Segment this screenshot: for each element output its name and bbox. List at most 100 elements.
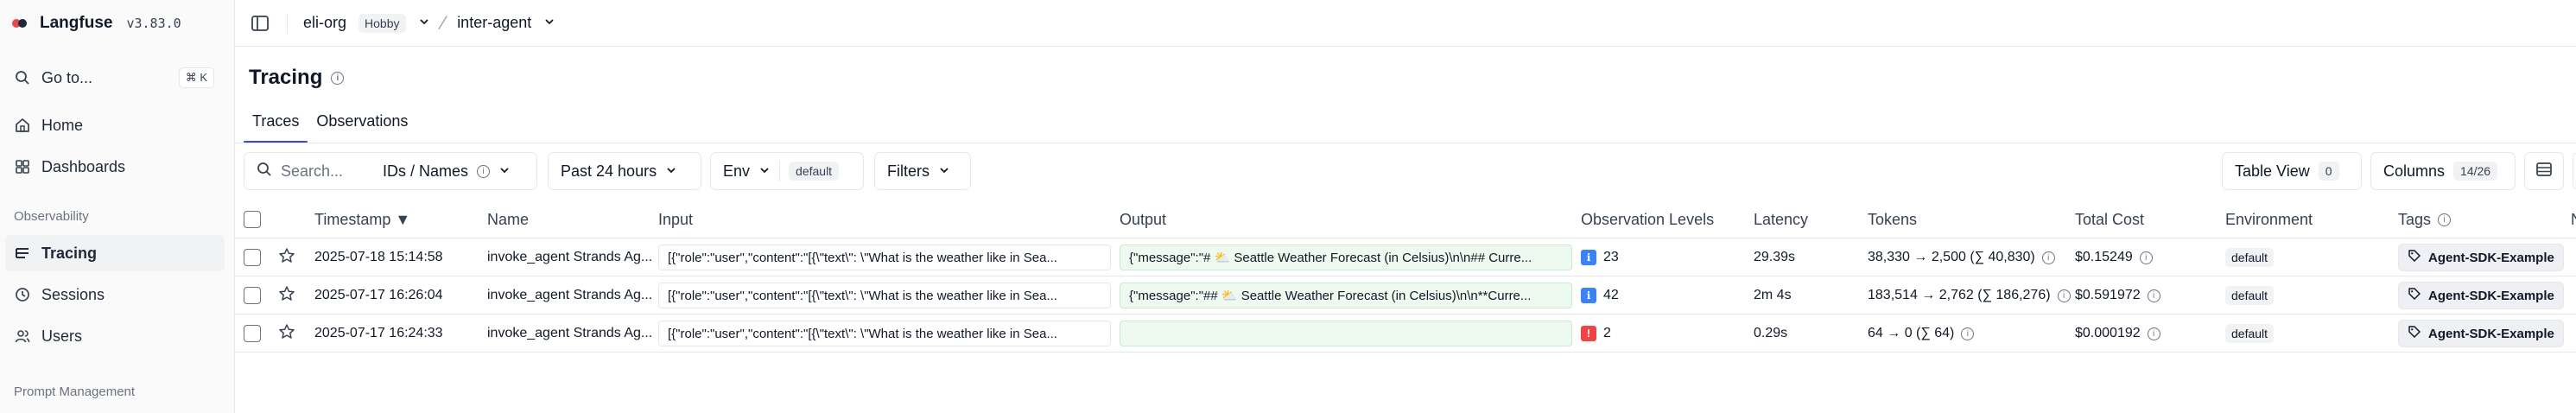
row-checkbox[interactable] (244, 287, 261, 304)
table-row[interactable]: 2025-07-17 16:24:33 invoke_agent Strands… (235, 315, 2576, 353)
latency-cell: 0.29s (1754, 326, 1788, 340)
chevron-down-icon (938, 162, 950, 181)
columns-button[interactable]: Columns 14/26 (2370, 152, 2516, 190)
tokens-cell: 38,330 → 2,500 (∑ 40,830) i (1868, 238, 2072, 276)
input-cell[interactable]: [{"role":"user","content":"[{\"text\": \… (658, 238, 1113, 276)
table-view-count: 0 (2318, 162, 2339, 181)
row-checkbox[interactable] (244, 325, 261, 342)
name-cell[interactable]: invoke_agent Strands Ag... (487, 238, 657, 276)
observation-levels-cell: ℹ 42 (1581, 276, 1745, 315)
sidebar-toggle-icon[interactable] (249, 12, 271, 35)
tags-cell: Agent-SDK-Example (2398, 315, 2576, 353)
header-next[interactable]: N (2571, 200, 2576, 238)
tag-badge[interactable]: Agent-SDK-Example (2398, 282, 2564, 309)
sidebar-item-dashboards[interactable]: Dashboards (5, 149, 225, 185)
header-name[interactable]: Name (487, 200, 651, 238)
info-icon[interactable]: i (2041, 251, 2055, 264)
chevron-down-icon[interactable] (498, 162, 511, 181)
chevron-down-icon[interactable] (543, 14, 555, 32)
search-box[interactable]: Search... IDs / Names i (244, 152, 537, 190)
timestamp-cell[interactable]: 2025-07-17 16:26:04 (314, 276, 484, 315)
select-all-checkbox[interactable] (244, 211, 261, 228)
header-observation-levels[interactable]: Observation Levels (1581, 200, 1754, 238)
tag-label: Agent-SDK-Example (2428, 288, 2554, 303)
tag-badge[interactable]: Agent-SDK-Example (2398, 320, 2564, 347)
info-icon[interactable]: i (2147, 289, 2160, 302)
env-filter[interactable]: Env default (710, 152, 864, 190)
header-environment[interactable]: Environment (2225, 200, 2363, 238)
sidebar-item-label: Dashboards (41, 157, 126, 175)
search-input[interactable]: Search... (281, 162, 374, 181)
sidebar-item-sessions[interactable]: Sessions (5, 276, 225, 313)
sidebar-item-home[interactable]: Home (5, 107, 225, 143)
cost-value: $0.591972 (2075, 288, 2141, 302)
org-name[interactable]: eli-org (303, 14, 346, 32)
output-cell[interactable]: {"message":"## ⛅ Seattle Weather Forecas… (1120, 276, 1574, 315)
total-cost-cell: $0.15249 i (2075, 238, 2222, 276)
filters-button[interactable]: Filters (874, 152, 971, 190)
info-icon[interactable]: i (2147, 327, 2160, 340)
header-total-cost[interactable]: Total Cost (2075, 200, 2213, 238)
header-tags[interactable]: Tags i (2398, 200, 2502, 238)
goto-button[interactable]: Go to... ⌘ K (5, 60, 225, 96)
sidebar-item-users[interactable]: Users (5, 318, 225, 354)
filters-label: Filters (887, 162, 930, 180)
output-cell[interactable] (1120, 315, 1574, 353)
timestamp-cell[interactable]: 2025-07-17 16:24:33 (314, 315, 484, 353)
time-range-select[interactable]: Past 24 hours (548, 152, 701, 190)
header-timestamp[interactable]: Timestamp ▼ (314, 200, 479, 238)
input-cell[interactable]: [{"role":"user","content":"[{\"text\": \… (658, 276, 1113, 315)
latency-cell: 2m 4s (1754, 288, 1792, 302)
info-icon[interactable]: i (2438, 213, 2452, 226)
section-prompt-management: Prompt Management (14, 384, 136, 399)
timestamp-cell[interactable]: 2025-07-18 15:14:58 (314, 238, 484, 276)
star-icon[interactable] (278, 323, 295, 345)
header-latency[interactable]: Latency (1754, 200, 1857, 238)
tokens-value: 38,330 → 2,500 (∑ 40,830) (1868, 250, 2035, 264)
latency-cell: 29.39s (1754, 250, 1796, 264)
star-icon[interactable] (278, 285, 295, 307)
header-output[interactable]: Output (1120, 200, 1292, 238)
info-icon[interactable]: i (1961, 327, 1975, 340)
langfuse-logo-icon (12, 17, 31, 29)
header-tokens[interactable]: Tokens (1868, 200, 2040, 238)
env-label: Env (723, 162, 751, 180)
level-count: 23 (1603, 250, 1619, 264)
time-range-label: Past 24 hours (561, 162, 657, 180)
row-checkbox[interactable] (244, 249, 261, 266)
level-count: 42 (1603, 288, 1619, 302)
search-mode-select[interactable]: IDs / Names (383, 162, 468, 181)
output-preview: {"message":"# ⛅ Seattle Weather Forecast… (1120, 245, 1572, 270)
tab-observations[interactable]: Observations (308, 107, 416, 143)
cost-value: $0.000192 (2075, 326, 2141, 340)
output-cell[interactable]: {"message":"# ⛅ Seattle Weather Forecast… (1120, 238, 1574, 276)
sidebar-item-label: Sessions (41, 285, 105, 303)
project-name[interactable]: inter-agent (457, 14, 531, 32)
tag-label: Agent-SDK-Example (2428, 250, 2554, 265)
table-view-button[interactable]: Table View 0 (2222, 152, 2362, 190)
export-button[interactable] (2573, 152, 2576, 190)
chevron-down-icon[interactable] (418, 14, 430, 32)
row-select-cell (244, 276, 270, 315)
name-cell[interactable]: invoke_agent Strands Ag... (487, 276, 657, 315)
name-cell[interactable]: invoke_agent Strands Ag... (487, 315, 657, 353)
input-cell[interactable]: [{"role":"user","content":"[{\"text\": \… (658, 315, 1113, 353)
brand[interactable]: Langfuse v3.83.0 (12, 12, 181, 35)
sidebar-item-label: Users (41, 327, 83, 345)
info-icon[interactable]: i (2139, 251, 2153, 264)
info-icon[interactable]: i (477, 164, 491, 178)
sidebar-item-tracing[interactable]: Tracing (5, 235, 225, 271)
topbar: eli-org Hobby ⁄ inter-agent (235, 0, 2576, 47)
table-row[interactable]: 2025-07-17 16:26:04 invoke_agent Strands… (235, 276, 2576, 315)
brand-version: v3.83.0 (126, 16, 181, 31)
header-input[interactable]: Input (658, 200, 831, 238)
tab-traces[interactable]: Traces (244, 107, 308, 143)
info-icon[interactable]: i (331, 71, 345, 85)
table-row[interactable]: 2025-07-18 15:14:58 invoke_agent Strands… (235, 238, 2576, 276)
star-icon[interactable] (278, 247, 295, 269)
tab-label: Traces (252, 112, 300, 130)
tag-badge[interactable]: Agent-SDK-Example (2398, 244, 2564, 271)
info-icon[interactable]: i (2057, 289, 2071, 302)
row-select-cell (244, 238, 270, 276)
row-density-button[interactable] (2524, 152, 2564, 190)
